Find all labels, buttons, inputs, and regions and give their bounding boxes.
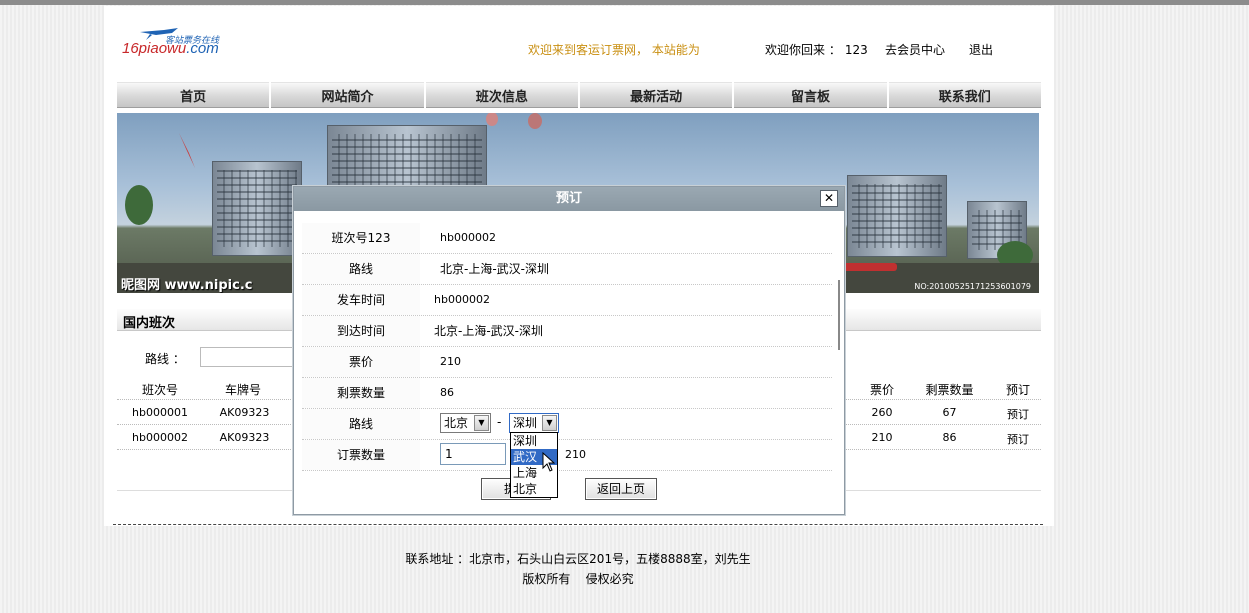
field-row: 到达时间 北京-上海-武汉-深圳 xyxy=(302,316,832,347)
nav-events[interactable]: 最新活动 xyxy=(579,82,733,108)
dropdown-option-shenzhen[interactable]: 深圳 xyxy=(511,433,557,449)
field-value: 86 xyxy=(440,386,454,399)
welcome-text: 欢迎你回来 ： 123 xyxy=(765,43,868,57)
cell-plate: AK09323 xyxy=(219,431,270,444)
footer-divider xyxy=(113,524,1043,525)
field-row: 发车时间 hb000002 xyxy=(302,285,832,316)
quantity-input[interactable]: 1 xyxy=(440,443,506,465)
nav-schedule[interactable]: 班次信息 xyxy=(425,82,578,108)
welcome-marquee: 欢迎来到客运订票网， 本站能为 xyxy=(528,43,700,57)
footer-copyright: 版权所有 侵权必究 xyxy=(522,572,634,586)
booking-dialog: 预订 ✕ 班次号123 hb000002 路线 北京-上海-武汉-深圳 发车时间… xyxy=(293,186,845,515)
route-filter-input[interactable] xyxy=(200,347,300,367)
logo-text: 16piaowu.com xyxy=(122,40,219,57)
chevron-down-icon[interactable]: ▼ xyxy=(474,415,489,431)
logout-link[interactable]: 退出 xyxy=(969,41,993,58)
route-from-value: 北京 xyxy=(444,416,469,430)
field-row: 路线 xyxy=(302,409,832,440)
cell-plate: AK09323 xyxy=(219,406,270,419)
banner-serial: NO:20100525171253601079 xyxy=(914,282,1031,291)
footer-address: 联系地址 ：北京市，石头山白云区201号，五楼8888室，刘先生 xyxy=(405,552,751,566)
col-header-price: 票价 xyxy=(869,383,894,397)
back-button[interactable]: 返回上页 xyxy=(585,478,657,500)
col-header-book: 预订 xyxy=(1005,383,1030,397)
chevron-down-icon[interactable]: ▼ xyxy=(542,415,557,431)
member-center-link[interactable]: 去会员中心 xyxy=(885,41,945,58)
close-icon[interactable]: ✕ xyxy=(820,190,838,207)
cell-id: hb000002 xyxy=(132,431,188,444)
field-value: hb000002 xyxy=(434,293,490,306)
field-label: 路线 xyxy=(302,254,420,284)
main-nav: 首页 网站简介 班次信息 最新活动 留言板 联系我们 xyxy=(117,82,1041,108)
total-price: 210 xyxy=(565,448,586,461)
field-row: 路线 北京-上海-武汉-深圳 xyxy=(302,254,832,285)
cell-remaining: 67 xyxy=(942,406,957,419)
field-value: hb000002 xyxy=(440,231,496,244)
route-separator: - xyxy=(497,415,502,429)
dialog-title: 预订 xyxy=(555,191,582,206)
field-value: 210 xyxy=(440,355,461,368)
cell-id: hb000001 xyxy=(132,406,188,419)
route-to-value: 深圳 xyxy=(513,416,538,430)
book-link[interactable]: 预订 xyxy=(1003,406,1033,422)
cell-price: 210 xyxy=(871,431,893,444)
cell-price: 260 xyxy=(871,406,893,419)
nav-guestbook[interactable]: 留言板 xyxy=(734,82,887,108)
field-value: 北京-上海-武汉-深圳 xyxy=(434,324,543,338)
field-label: 票价 xyxy=(302,347,420,377)
route-to-select[interactable]: 深圳 ▼ xyxy=(509,413,559,433)
dropdown-option-beijing[interactable]: 北京 xyxy=(511,481,557,497)
field-row: 班次号123 hb000002 xyxy=(302,223,832,254)
field-label: 到达时间 xyxy=(302,316,420,346)
dialog-titlebar[interactable]: 预订 ✕ xyxy=(294,187,844,211)
book-link[interactable]: 预订 xyxy=(1003,431,1033,447)
field-label: 路线 xyxy=(302,409,420,439)
username: 123 xyxy=(844,43,868,57)
nav-contact[interactable]: 联系我们 xyxy=(888,82,1041,108)
nav-home[interactable]: 首页 xyxy=(117,82,270,108)
banner-watermark: 昵图网 www.nipic.c xyxy=(121,278,253,293)
dialog-scrollbar[interactable] xyxy=(838,280,840,350)
cell-remaining: 86 xyxy=(942,431,957,444)
col-header-id: 班次号 xyxy=(141,383,178,397)
col-header-plate: 车牌号 xyxy=(224,383,261,397)
field-row: 票价 210 xyxy=(302,347,832,378)
field-label: 班次号123 xyxy=(302,223,420,253)
nav-about[interactable]: 网站简介 xyxy=(271,82,424,108)
field-label: 剩票数量 xyxy=(302,378,420,408)
route-filter-label: 路线 ： xyxy=(145,352,185,366)
route-from-select[interactable]: 北京 ▼ xyxy=(440,413,491,433)
field-row: 剩票数量 86 xyxy=(302,378,832,409)
col-header-remaining: 剩票数量 xyxy=(925,383,974,397)
field-value: 北京-上海-武汉-深圳 xyxy=(440,262,549,276)
field-label: 发车时间 xyxy=(302,285,420,315)
mouse-cursor-icon xyxy=(542,452,556,472)
field-label: 订票数量 xyxy=(302,440,420,470)
